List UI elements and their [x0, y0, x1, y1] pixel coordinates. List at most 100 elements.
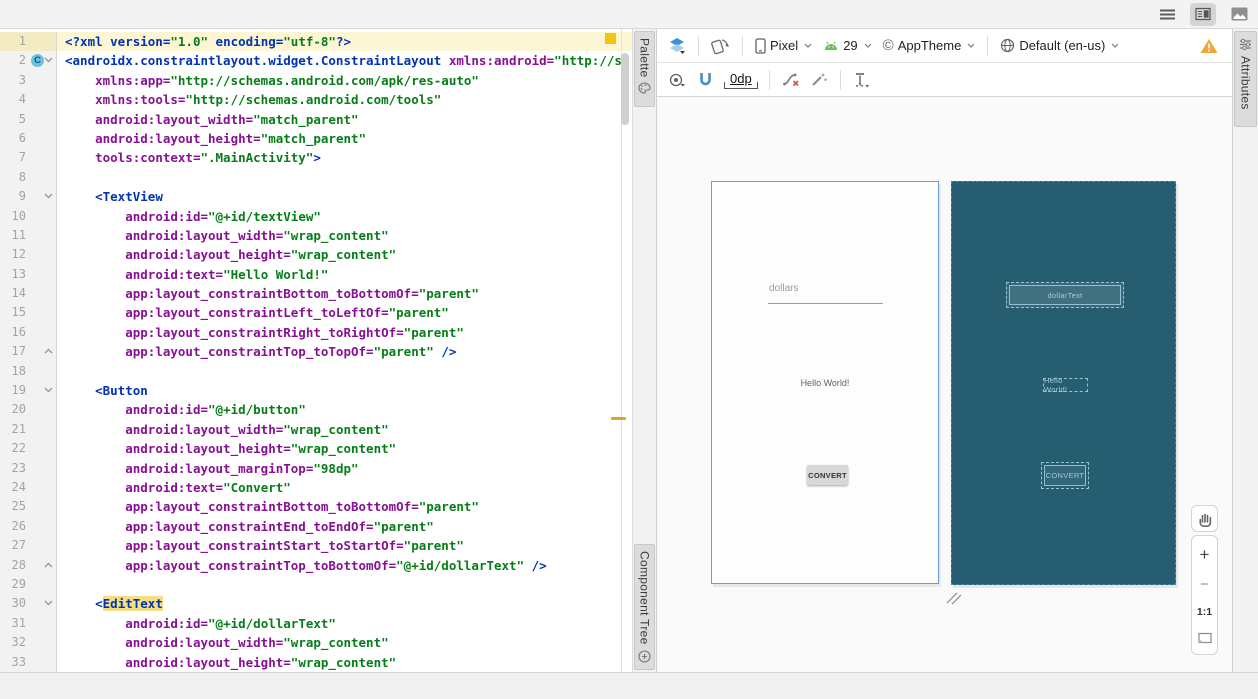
code-text[interactable]: <TextView [57, 187, 163, 206]
code-line[interactable]: 33 android:layout_height="wrap_content" [0, 653, 632, 672]
gutter-cell[interactable]: 7 [0, 148, 57, 167]
gutter-cell[interactable]: 4 [0, 90, 57, 109]
code-text[interactable]: android:layout_width="wrap_content" [57, 633, 389, 652]
fold-end-icon[interactable] [44, 348, 53, 354]
gutter-cell[interactable]: 10 [0, 207, 57, 226]
gutter-cell[interactable]: 15 [0, 303, 57, 322]
theme-selector[interactable]: © AppTheme [880, 35, 979, 56]
code-text[interactable]: xmlns:app="http://schemas.android.com/ap… [57, 71, 479, 90]
gutter-cell[interactable]: 3 [0, 71, 57, 90]
code-text[interactable]: android:text="Convert" [57, 478, 291, 497]
code-line[interactable]: 17 app:layout_constraintTop_toTopOf="par… [0, 342, 632, 361]
design-canvas-area[interactable]: dollars Hello World! CONVERT dollarText … [657, 97, 1232, 672]
code-line[interactable]: 6 android:layout_height="match_parent" [0, 129, 632, 148]
editor-scrollbar-track[interactable] [621, 29, 622, 672]
code-text[interactable]: app:layout_constraintEnd_toEndOf="parent… [57, 517, 434, 536]
code-text[interactable] [57, 362, 65, 381]
split-view-button[interactable] [1190, 3, 1216, 26]
gutter-cell[interactable]: 12 [0, 245, 57, 264]
device-selector[interactable]: Pixel [752, 36, 815, 56]
code-text[interactable]: android:layout_height="wrap_content" [57, 439, 396, 458]
code-text[interactable]: app:layout_constraintStart_toStartOf="pa… [57, 536, 464, 555]
code-text[interactable]: app:layout_constraintTop_toTopOf="parent… [57, 342, 456, 361]
gutter-cell[interactable]: 8 [0, 168, 57, 187]
inspection-status-marker[interactable] [605, 33, 616, 44]
locale-selector[interactable]: Default (en-us) [997, 36, 1122, 55]
code-line[interactable]: 11 android:layout_width="wrap_content" [0, 226, 632, 245]
code-line[interactable]: 23 android:layout_marginTop="98dp" [0, 459, 632, 478]
code-text[interactable]: <?xml version="1.0" encoding="utf-8"?> [57, 32, 632, 51]
gutter-cell[interactable]: 11 [0, 226, 57, 245]
pack-align-button[interactable] [850, 70, 872, 90]
code-line[interactable]: 9 <TextView [0, 187, 632, 206]
code-line[interactable]: 26 app:layout_constraintEnd_toEndOf="par… [0, 517, 632, 536]
scrollbar-warning-stripe[interactable] [611, 417, 626, 420]
gutter-cell[interactable]: 14 [0, 284, 57, 303]
code-text[interactable]: android:layout_height="match_parent" [57, 129, 366, 148]
attributes-tab[interactable]: Attributes [1234, 31, 1257, 127]
zoom-in-button[interactable]: + [1200, 546, 1210, 563]
gutter-cell[interactable]: 28 [0, 556, 57, 575]
clear-constraints-button[interactable] [779, 70, 803, 89]
gutter-cell[interactable]: 25 [0, 497, 57, 516]
code-text[interactable]: app:layout_constraintBottom_toBottomOf="… [57, 497, 479, 516]
code-text[interactable]: android:id="@+id/dollarText" [57, 614, 336, 633]
gutter-cell[interactable]: 2C [0, 51, 57, 70]
code-text[interactable]: android:layout_width="wrap_content" [57, 420, 389, 439]
infer-constraints-button[interactable] [808, 70, 831, 89]
code-line[interactable]: 16 app:layout_constraintRight_toRightOf=… [0, 323, 632, 342]
api-level-selector[interactable]: 29 [820, 36, 874, 55]
gutter-cell[interactable]: 32 [0, 633, 57, 652]
code-line[interactable]: 2C<androidx.constraintlayout.widget.Cons… [0, 51, 632, 70]
palette-tab[interactable]: Palette [634, 31, 655, 107]
code-text[interactable]: xmlns:tools="http://schemas.android.com/… [57, 90, 441, 109]
component-tree-tab[interactable]: Component Tree [634, 544, 655, 670]
surface-mode-button[interactable] [665, 35, 689, 56]
code-line[interactable]: 31 android:id="@+id/dollarText" [0, 614, 632, 633]
code-text[interactable]: <EditText [57, 594, 163, 613]
code-text[interactable]: app:layout_constraintBottom_toBottomOf="… [57, 284, 479, 303]
fold-collapse-icon[interactable] [44, 387, 53, 393]
blueprint-edittext[interactable]: dollarText [1006, 282, 1124, 308]
code-view-button[interactable] [1154, 3, 1180, 26]
code-text[interactable]: android:id="@+id/textView" [57, 207, 321, 226]
canvas-resize-handle[interactable] [945, 589, 963, 607]
zoom-actual-size-button[interactable]: 1:1 [1197, 606, 1212, 618]
code-line[interactable]: 8 [0, 168, 632, 187]
code-line[interactable]: 28 app:layout_constraintTop_toBottomOf="… [0, 556, 632, 575]
gutter-cell[interactable]: 30 [0, 594, 57, 613]
zoom-out-button[interactable]: − [1200, 577, 1209, 592]
code-text[interactable]: app:layout_constraintTop_toBottomOf="@+i… [57, 556, 547, 575]
fold-end-icon[interactable] [44, 562, 53, 568]
code-text[interactable]: tools:context=".MainActivity"> [57, 148, 321, 167]
orientation-button[interactable] [708, 35, 733, 57]
code-line[interactable]: 21 android:layout_width="wrap_content" [0, 420, 632, 439]
code-line[interactable]: 18 [0, 362, 632, 381]
code-line[interactable]: 15 app:layout_constraintLeft_toLeftOf="p… [0, 303, 632, 322]
gutter-cell[interactable]: 27 [0, 536, 57, 555]
xml-code-editor[interactable]: 1<?xml version="1.0" encoding="utf-8"?>2… [0, 29, 632, 672]
code-text[interactable]: app:layout_constraintLeft_toLeftOf="pare… [57, 303, 449, 322]
code-line[interactable]: 20 android:id="@+id/button" [0, 400, 632, 419]
gutter-cell[interactable]: 13 [0, 265, 57, 284]
textview-preview[interactable]: Hello World! [712, 378, 938, 388]
design-preview-canvas[interactable]: dollars Hello World! CONVERT [711, 181, 939, 584]
gutter-cell[interactable]: 20 [0, 400, 57, 419]
code-line[interactable]: 7 tools:context=".MainActivity"> [0, 148, 632, 167]
code-text[interactable]: android:text="Hello World!" [57, 265, 328, 284]
gutter-cell[interactable]: 5 [0, 110, 57, 129]
code-text[interactable]: android:id="@+id/button" [57, 400, 306, 419]
gutter-cell[interactable]: 19 [0, 381, 57, 400]
code-line[interactable]: 1<?xml version="1.0" encoding="utf-8"?> [0, 32, 632, 51]
code-line[interactable]: 3 xmlns:app="http://schemas.android.com/… [0, 71, 632, 90]
zoom-to-fit-button[interactable] [1198, 632, 1212, 644]
code-text[interactable]: android:layout_height="wrap_content" [57, 653, 396, 672]
gutter-cell[interactable]: 22 [0, 439, 57, 458]
code-text[interactable]: android:layout_marginTop="98dp" [57, 459, 359, 478]
code-line[interactable]: 32 android:layout_width="wrap_content" [0, 633, 632, 652]
code-text[interactable]: <androidx.constraintlayout.widget.Constr… [57, 51, 629, 70]
code-line[interactable]: 30 <EditText [0, 594, 632, 613]
code-line[interactable]: 22 android:layout_height="wrap_content" [0, 439, 632, 458]
fold-collapse-icon[interactable] [44, 57, 53, 63]
gutter-cell[interactable]: 29 [0, 575, 57, 594]
